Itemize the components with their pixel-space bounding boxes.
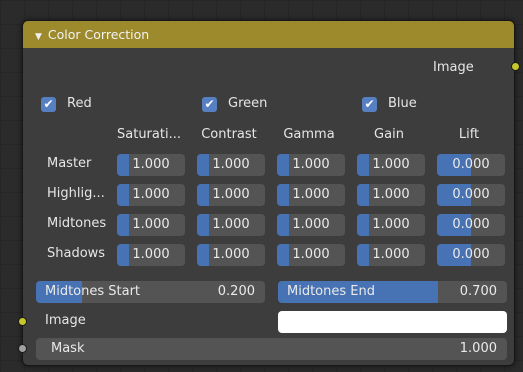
gamma-field[interactable]: 1.000 xyxy=(277,214,345,236)
contrast-field[interactable]: 1.000 xyxy=(197,244,265,266)
gain-value: 1.000 xyxy=(372,217,410,232)
gamma-field[interactable]: 1.000 xyxy=(277,184,345,206)
mask-value: 1.000 xyxy=(459,341,497,356)
saturation-field[interactable]: 1.000 xyxy=(117,154,185,176)
saturation-value: 1.000 xyxy=(132,187,170,202)
gamma-field[interactable]: 1.000 xyxy=(277,154,345,176)
mask-socket[interactable] xyxy=(18,344,27,353)
midtones-start-value: 0.200 xyxy=(217,284,255,299)
gain-value: 1.000 xyxy=(372,157,410,172)
gain-field[interactable]: 1.000 xyxy=(357,184,425,206)
collapse-arrow-icon[interactable]: ▼ xyxy=(35,32,42,42)
lift-field[interactable]: 0.000 xyxy=(437,184,505,206)
saturation-field[interactable]: 1.000 xyxy=(117,214,185,236)
lift-field[interactable]: 0.000 xyxy=(437,244,505,266)
checkmark-icon: ✔ xyxy=(41,97,56,112)
mask-label: Mask xyxy=(51,341,85,356)
blue-label: Blue xyxy=(388,96,417,111)
saturation-value: 1.000 xyxy=(132,157,170,172)
input-image-color-swatch[interactable] xyxy=(278,311,507,333)
contrast-field[interactable]: 1.000 xyxy=(197,184,265,206)
output-image-socket[interactable] xyxy=(511,62,520,71)
red-checkbox[interactable]: ✔ Red xyxy=(41,96,131,114)
saturation-value: 1.000 xyxy=(132,247,170,262)
column-header-gamma: Gamma xyxy=(283,127,335,142)
gamma-value: 1.000 xyxy=(292,217,330,232)
input-image-socket[interactable] xyxy=(18,317,27,326)
lift-field[interactable]: 0.000 xyxy=(437,214,505,236)
column-header-gain: Gain xyxy=(374,127,404,142)
output-image-label: Image xyxy=(433,60,474,75)
midtones-start-label: Midtones Start xyxy=(45,284,141,299)
node-title: Color Correction xyxy=(47,27,150,42)
saturation-field[interactable]: 1.000 xyxy=(117,184,185,206)
column-header-lift: Lift xyxy=(458,127,480,142)
gain-field[interactable]: 1.000 xyxy=(357,214,425,236)
input-image-label: Image xyxy=(45,313,86,328)
checkmark-icon: ✔ xyxy=(362,97,377,112)
contrast-value: 1.000 xyxy=(212,247,250,262)
gain-field[interactable]: 1.000 xyxy=(357,244,425,266)
column-header-contrast: Contrast xyxy=(201,127,257,142)
gamma-value: 1.000 xyxy=(292,157,330,172)
saturation-value: 1.000 xyxy=(132,217,170,232)
midtones-end-label: Midtones End xyxy=(287,284,375,299)
green-label: Green xyxy=(228,96,268,111)
column-header-saturation: Saturati... xyxy=(117,127,181,142)
midtones-start-field[interactable]: Midtones Start 0.200 xyxy=(36,281,265,303)
gamma-field[interactable]: 1.000 xyxy=(277,244,345,266)
midtones-end-field[interactable]: Midtones End 0.700 xyxy=(278,281,507,303)
row-label-midtones: Midtones xyxy=(47,216,107,231)
contrast-value: 1.000 xyxy=(212,157,250,172)
contrast-field[interactable]: 1.000 xyxy=(197,214,265,236)
row-label-master: Master xyxy=(47,156,92,171)
color-correction-node[interactable]: ▼ Color Correction Image ✔ Red ✔ Green ✔ … xyxy=(18,20,520,366)
mask-field[interactable]: Mask 1.000 xyxy=(36,338,507,360)
lift-value: 0.000 xyxy=(452,187,490,202)
contrast-value: 1.000 xyxy=(212,187,250,202)
gain-value: 1.000 xyxy=(372,247,410,262)
lift-value: 0.000 xyxy=(452,247,490,262)
gain-field[interactable]: 1.000 xyxy=(357,154,425,176)
midtones-end-value: 0.700 xyxy=(459,284,497,299)
node-header[interactable]: ▼ Color Correction xyxy=(23,21,514,48)
green-checkbox[interactable]: ✔ Green xyxy=(202,96,292,114)
contrast-field[interactable]: 1.000 xyxy=(197,154,265,176)
row-label-highlig: Highlig... xyxy=(47,186,105,201)
contrast-value: 1.000 xyxy=(212,217,250,232)
gamma-value: 1.000 xyxy=(292,187,330,202)
red-label: Red xyxy=(67,96,92,111)
row-label-shadows: Shadows xyxy=(47,246,106,261)
lift-field[interactable]: 0.000 xyxy=(437,154,505,176)
gamma-value: 1.000 xyxy=(292,247,330,262)
checkmark-icon: ✔ xyxy=(202,97,217,112)
lift-value: 0.000 xyxy=(452,157,490,172)
blue-checkbox[interactable]: ✔ Blue xyxy=(362,96,452,114)
saturation-field[interactable]: 1.000 xyxy=(117,244,185,266)
gain-value: 1.000 xyxy=(372,187,410,202)
lift-value: 0.000 xyxy=(452,217,490,232)
